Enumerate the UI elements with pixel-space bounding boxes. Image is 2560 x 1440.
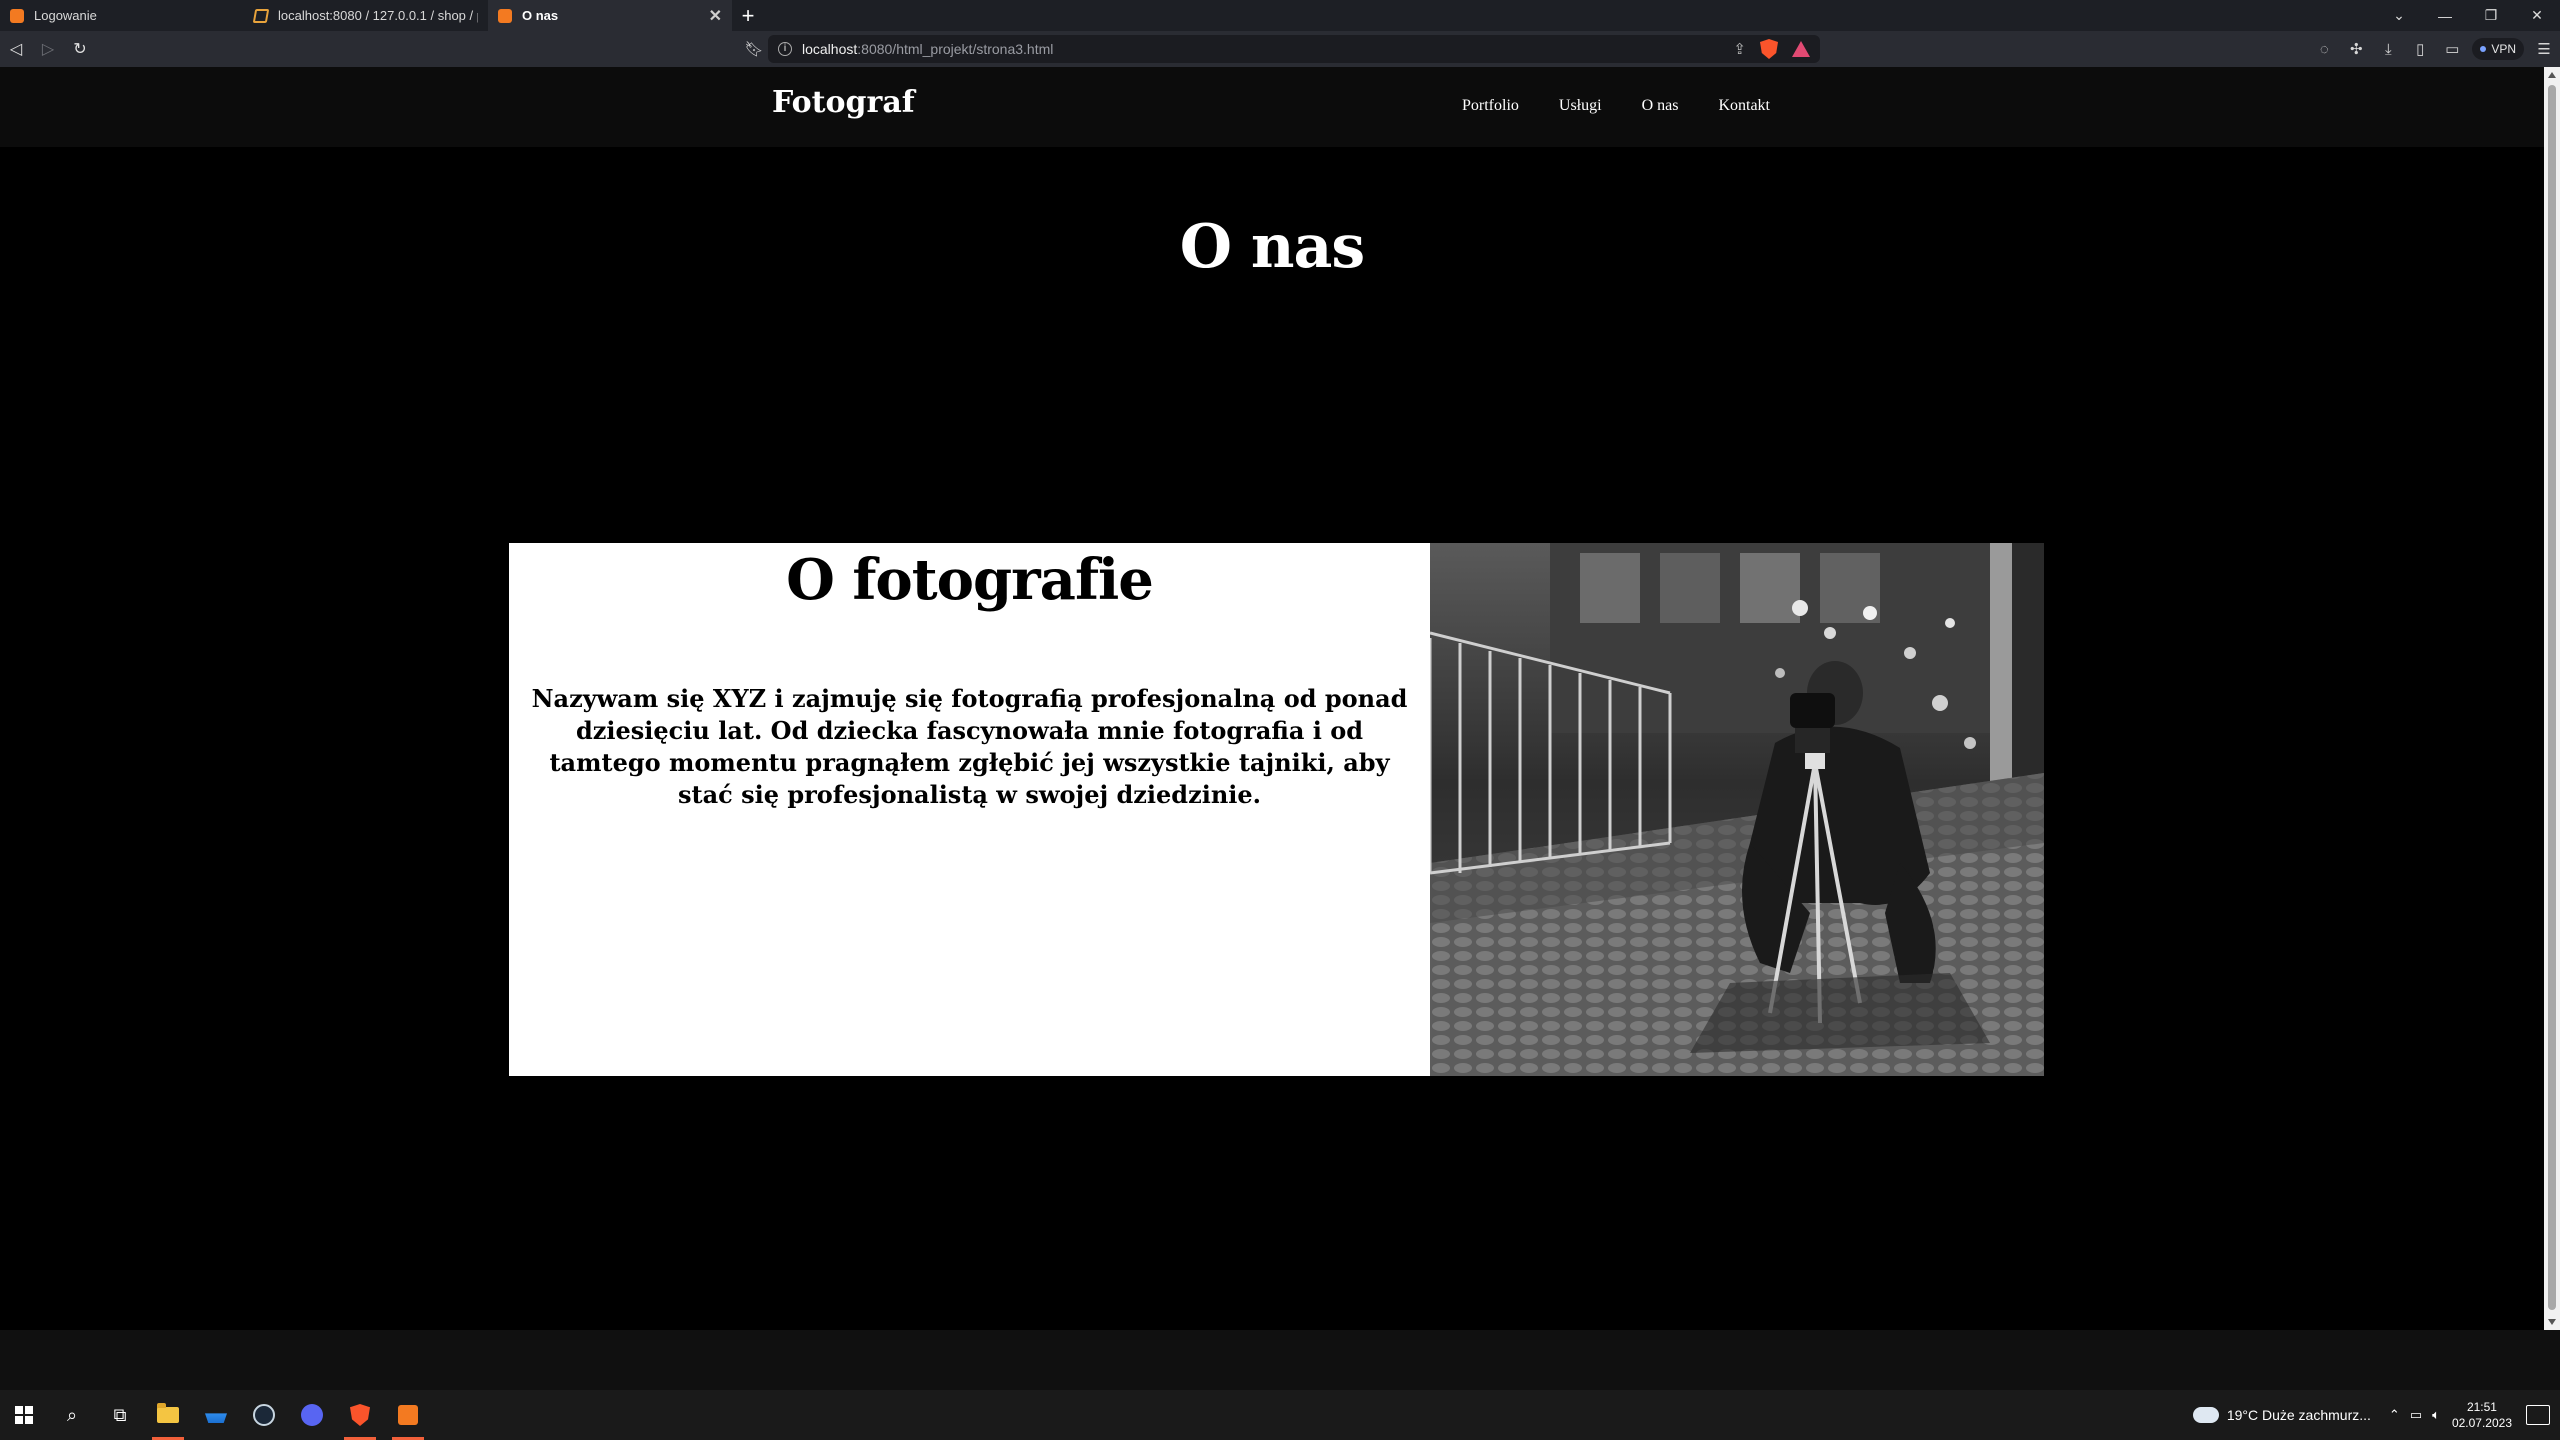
windows-logo-icon — [15, 1406, 33, 1424]
task-view-icon[interactable]: ⧉ — [96, 1390, 144, 1440]
system-tray: ⌃ ▭ 🔈︎ — [2389, 1407, 2440, 1423]
file-explorer-button[interactable] — [144, 1390, 192, 1440]
clock-time: 21:51 — [2466, 1400, 2497, 1414]
page-viewport: Fotograf Portfolio Usługi O nas Kontakt … — [0, 67, 2544, 1330]
close-tab-icon[interactable]: ✕ — [709, 6, 722, 26]
weather-text: 19°C Duże zachmurz... — [2226, 1407, 2371, 1423]
photographer-photo-image — [1430, 543, 2044, 1076]
site-logo[interactable]: Fotograf — [772, 85, 915, 120]
tab-title: Logowanie — [34, 8, 97, 23]
weather-widget[interactable]: 19°C Duże zachmurz... — [2192, 1401, 2371, 1423]
xampp-icon — [498, 8, 512, 23]
page-bottom-area — [0, 1330, 2560, 1390]
network-icon[interactable]: ▭ — [2410, 1407, 2422, 1423]
address-bar[interactable]: i localhost :8080/html_projekt/strona3.h… — [768, 35, 1820, 63]
downloads-icon[interactable]: ⤓ — [2372, 34, 2404, 64]
new-tab-button[interactable]: + — [732, 0, 764, 31]
toolbar-right-group: ◌ ✣ ⤓ ▯ ▭ VPN ☰ — [2308, 31, 2560, 67]
xampp-button[interactable] — [384, 1390, 432, 1440]
browser-toolbar: ◁ ▷ ↻ 🔖︎ i localhost :8080/html_projekt/… — [0, 31, 2560, 67]
notifications-icon[interactable] — [2526, 1405, 2550, 1425]
page-scrollbar[interactable] — [2544, 67, 2560, 1330]
xampp-icon — [398, 1405, 418, 1425]
steam-button[interactable] — [240, 1390, 288, 1440]
start-button[interactable] — [0, 1390, 48, 1440]
browser-tab-strip: Logowanie localhost:8080 / 127.0.0.1 / s… — [0, 0, 2560, 31]
tray-chevron-up-icon[interactable]: ⌃ — [2389, 1407, 2400, 1423]
clock-date: 02.07.2023 — [2451, 1416, 2512, 1430]
browser-tab-phpmyadmin[interactable]: localhost:8080 / 127.0.0.1 / shop / pro — [244, 0, 488, 31]
windows-taskbar: ⌕ ⧉ 19°C Duże zachmurz... ⌃ ▭ 🔈︎ 21:51 0… — [0, 1390, 2560, 1440]
menu-hamburger-icon[interactable]: ☰ — [2528, 34, 2560, 64]
scroll-up-icon[interactable] — [2548, 72, 2556, 78]
extensions-puzzle-icon[interactable]: ✣ — [2340, 34, 2372, 64]
url-path: :8080/html_projekt/strona3.html — [857, 41, 1054, 57]
phpmyadmin-icon — [252, 8, 270, 23]
discord-button[interactable] — [288, 1390, 336, 1440]
minimize-icon[interactable]: — — [2422, 0, 2468, 31]
nav-link-o-nas[interactable]: O nas — [1642, 97, 1679, 115]
site-header: Fotograf Portfolio Usługi O nas Kontakt — [0, 67, 2544, 147]
taskbar-clock[interactable]: 21:51 02.07.2023 — [2452, 1399, 2512, 1431]
ship-app-button[interactable] — [192, 1390, 240, 1440]
tab-title: localhost:8080 / 127.0.0.1 / shop / pro — [278, 8, 478, 23]
scroll-down-icon[interactable] — [2548, 1319, 2556, 1325]
folder-icon — [157, 1403, 179, 1423]
discord-icon — [301, 1404, 323, 1426]
vpn-button[interactable]: VPN — [2472, 38, 2524, 60]
back-icon[interactable]: ◁ — [0, 34, 32, 64]
brave-shields-icon[interactable] — [1760, 39, 1778, 59]
photographer-photo — [1430, 543, 2044, 1076]
tab-search-chevron-icon[interactable]: ⌄ — [2376, 0, 2422, 31]
about-heading: O fotografie — [786, 547, 1154, 613]
reload-icon[interactable]: ↻ — [64, 34, 96, 64]
page-title: O nas — [1179, 212, 1365, 282]
nav-link-kontakt[interactable]: Kontakt — [1718, 97, 1770, 115]
wallet-icon[interactable]: ▭ — [2436, 34, 2468, 64]
ship-icon — [205, 1413, 227, 1423]
search-icon[interactable]: ⌕ — [48, 1390, 96, 1440]
brave-rewards-icon[interactable] — [1792, 41, 1810, 57]
steam-icon — [253, 1404, 275, 1426]
nav-link-uslugi[interactable]: Usługi — [1559, 97, 1602, 115]
browser-tab-logowanie[interactable]: Logowanie — [0, 0, 244, 31]
close-window-icon[interactable]: ✕ — [2514, 0, 2560, 31]
wallet-off-icon[interactable]: ◌ — [2308, 34, 2340, 64]
volume-icon[interactable]: 🔈︎ — [2432, 1407, 2440, 1423]
tab-title: O nas — [522, 8, 559, 23]
sidebar-icon[interactable]: ▯ — [2404, 34, 2436, 64]
site-info-icon[interactable]: i — [778, 42, 792, 56]
partly-cloudy-icon — [2192, 1401, 2219, 1423]
restore-icon[interactable]: ❐ — [2468, 0, 2514, 31]
forward-icon[interactable]: ▷ — [32, 34, 64, 64]
brave-icon — [350, 1404, 370, 1426]
nav-link-portfolio[interactable]: Portfolio — [1462, 97, 1519, 115]
address-area: 🔖︎ i localhost :8080/html_projekt/strona… — [740, 34, 1820, 64]
about-text-panel: O fotografie Nazywam się XYZ i zajmuję s… — [509, 543, 1430, 1076]
share-icon[interactable]: ⇪ — [1733, 40, 1746, 58]
brave-browser-button[interactable] — [336, 1390, 384, 1440]
xampp-icon — [10, 8, 24, 23]
about-section: O fotografie Nazywam się XYZ i zajmuję s… — [509, 543, 2044, 1076]
browser-tab-o-nas[interactable]: O nas ✕ — [488, 0, 732, 31]
site-nav: Portfolio Usługi O nas Kontakt — [1462, 97, 1770, 115]
bookmark-icon[interactable]: 🔖︎ — [740, 40, 768, 58]
url-host: localhost — [802, 41, 858, 57]
scrollbar-thumb[interactable] — [2548, 85, 2556, 1310]
about-paragraph: Nazywam się XYZ i zajmuję się fotografią… — [531, 684, 1408, 809]
